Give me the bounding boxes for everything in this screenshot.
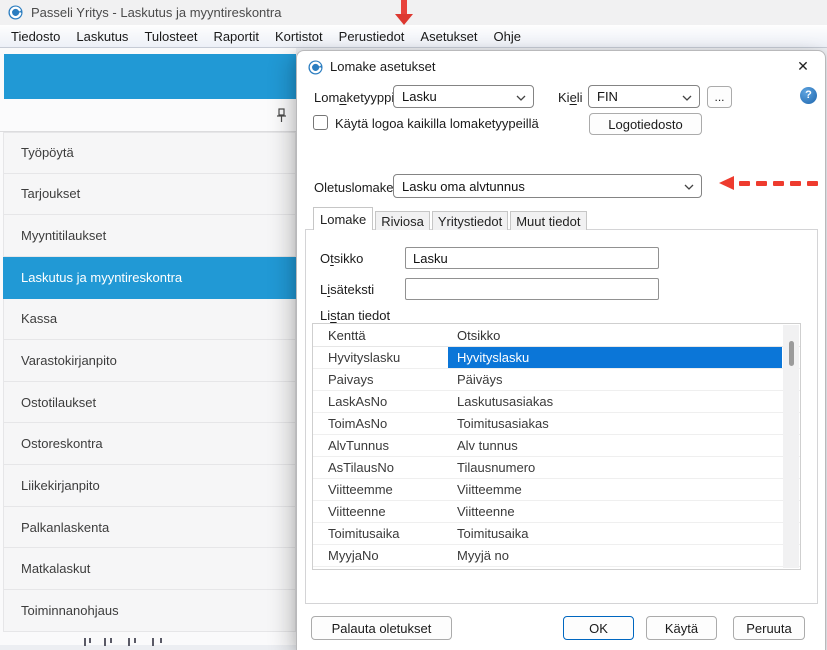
sidebar-item-tyopoyta[interactable]: Työpöytä bbox=[3, 132, 296, 174]
sidebar-item-label: Toiminnanohjaus bbox=[21, 603, 119, 618]
sidebar-item-label: Palkanlaskenta bbox=[21, 520, 109, 535]
sidebar-item-label: Liikekirjanpito bbox=[21, 478, 100, 493]
sidebar-item-label: Myyntitilaukset bbox=[21, 228, 106, 243]
table-row[interactable]: AsTilausNoTilausnumero bbox=[313, 457, 800, 479]
menu-item-asetukset[interactable]: Asetukset bbox=[412, 27, 485, 46]
table-row[interactable]: HyvityslaskuHyvityslasku bbox=[313, 347, 800, 369]
lisateksti-input[interactable] bbox=[405, 278, 659, 300]
dialog-lomake-asetukset: Lomake asetukset ✕ Lomaketyyppi Lasku Ki… bbox=[296, 50, 826, 650]
window-titlebar: Passeli Yritys - Laskutus ja myyntiresko… bbox=[0, 0, 827, 25]
annotation-arrow-left-oletuslomake bbox=[719, 176, 821, 191]
pin-icon[interactable] bbox=[275, 108, 288, 123]
column-header-kentta: Kenttä bbox=[313, 328, 448, 343]
sidebar-item-varastokirjanpito[interactable]: Varastokirjanpito bbox=[3, 340, 296, 382]
sidebar-item-toiminnanohjaus[interactable]: Toiminnanohjaus bbox=[3, 590, 296, 632]
tab-lomake[interactable]: Lomake bbox=[313, 207, 373, 230]
ok-button[interactable]: OK bbox=[563, 616, 634, 640]
sidebar-item-label: Työpöytä bbox=[21, 145, 74, 160]
app-logo-icon bbox=[8, 5, 23, 20]
table-row[interactable]: ViitteemmeViitteemme bbox=[313, 479, 800, 501]
menu-item-raportit[interactable]: Raportit bbox=[205, 27, 267, 46]
table-row[interactable]: ViitteenneViitteenne bbox=[313, 501, 800, 523]
listan-tiedot-table: Kenttä Otsikko HyvityslaskuHyvityslasku … bbox=[312, 323, 801, 570]
sidebar-item-label: Laskutus ja myyntireskontra bbox=[21, 270, 182, 285]
menubar: Tiedosto Laskutus Tulosteet Raportit Kor… bbox=[0, 25, 827, 48]
otsikko-input[interactable] bbox=[405, 247, 659, 269]
menu-item-perustiedot[interactable]: Perustiedot bbox=[331, 27, 413, 46]
tab-panel-lomake: Otsikko Lisäteksti Listan tiedot Kenttä … bbox=[305, 229, 818, 604]
listan-tiedot-label: Listan tiedot bbox=[320, 308, 390, 323]
sidebar-item-label: Matkalaskut bbox=[21, 561, 90, 576]
tab-yritystiedot[interactable]: Yritystiedot bbox=[432, 211, 508, 230]
kayta-button[interactable]: Käytä bbox=[646, 616, 717, 640]
column-header-otsikko: Otsikko bbox=[448, 324, 782, 346]
sidebar-item-matkalaskut[interactable]: Matkalaskut bbox=[3, 548, 296, 590]
menu-item-tulosteet[interactable]: Tulosteet bbox=[136, 27, 205, 46]
table-row[interactable]: MyyjaNoMyyjä no bbox=[313, 545, 800, 567]
sidebar-item-laskutus-ja-myyntireskontra[interactable]: Laskutus ja myyntireskontra bbox=[3, 257, 296, 299]
logo-checkbox[interactable] bbox=[313, 115, 328, 130]
lomaketyyppi-label: Lomaketyyppi bbox=[314, 90, 394, 105]
tab-muut-tiedot[interactable]: Muut tiedot bbox=[510, 211, 586, 230]
oletuslomake-select[interactable]: Lasku oma alvtunnus bbox=[393, 174, 702, 198]
menu-item-tiedosto[interactable]: Tiedosto bbox=[3, 27, 68, 46]
sidebar-item-label: Ostotilaukset bbox=[21, 395, 96, 410]
sidebar-item-label: Ostoreskontra bbox=[21, 436, 103, 451]
sidebar-item-label: Tarjoukset bbox=[21, 186, 80, 201]
table-row[interactable]: ToimitusaikaToimitusaika bbox=[313, 523, 800, 545]
help-icon[interactable]: ? bbox=[800, 87, 817, 104]
sidebar-item-label: Varastokirjanpito bbox=[21, 353, 117, 368]
oletuslomake-label: Oletuslomake bbox=[314, 180, 393, 195]
table-row[interactable]: PaivaysPäiväys bbox=[313, 369, 800, 391]
palauta-oletukset-button[interactable]: Palauta oletukset bbox=[311, 616, 452, 640]
sidebar-list: Työpöytä Tarjoukset Myyntitilaukset Lask… bbox=[3, 132, 296, 632]
logo-checkbox-label: Käytä logoa kaikilla lomaketyypeillä bbox=[335, 116, 539, 131]
lisateksti-label: Lisäteksti bbox=[320, 282, 374, 297]
selected-cell[interactable]: Hyvityslasku bbox=[448, 347, 782, 368]
peruuta-button[interactable]: Peruuta bbox=[733, 616, 805, 640]
kieli-label: Kieli bbox=[558, 90, 583, 105]
dialog-logo-icon bbox=[308, 60, 323, 75]
kieli-select[interactable]: FIN bbox=[588, 85, 700, 108]
otsikko-label: Otsikko bbox=[320, 251, 363, 266]
window-title: Passeli Yritys - Laskutus ja myyntiresko… bbox=[31, 5, 281, 20]
close-icon[interactable]: ✕ bbox=[794, 57, 812, 75]
kieli-value: FIN bbox=[597, 89, 618, 104]
table-scrollbar[interactable] bbox=[783, 325, 799, 568]
lomaketyyppi-select[interactable]: Lasku bbox=[393, 85, 534, 108]
sidebar-item-liikekirjanpito[interactable]: Liikekirjanpito bbox=[3, 465, 296, 507]
sidebar-banner bbox=[4, 54, 296, 99]
sidebar-item-ostoreskontra[interactable]: Ostoreskontra bbox=[3, 423, 296, 465]
tab-riviosa[interactable]: Riviosa bbox=[375, 211, 430, 230]
table-scrollbar-thumb[interactable] bbox=[789, 341, 794, 366]
dialog-title: Lomake asetukset bbox=[330, 59, 436, 74]
chevron-down-icon bbox=[684, 184, 694, 190]
chevron-down-icon bbox=[516, 95, 526, 101]
menu-item-ohje[interactable]: Ohje bbox=[486, 27, 529, 46]
sidebar-pin-row bbox=[0, 99, 296, 132]
table-row[interactable]: LaskAsNoLaskutusasiakas bbox=[313, 391, 800, 413]
lomaketyyppi-value: Lasku bbox=[402, 89, 437, 104]
tab-strip: Lomake Riviosa Yritystiedot Muut tiedot bbox=[313, 207, 589, 230]
sidebar-item-kassa[interactable]: Kassa bbox=[3, 299, 296, 341]
table-row[interactable]: AlvTunnusAlv tunnus bbox=[313, 435, 800, 457]
logotiedosto-button[interactable]: Logotiedosto bbox=[589, 113, 702, 135]
sidebar-item-myyntitilaukset[interactable]: Myyntitilaukset bbox=[3, 215, 296, 257]
table-header-row: Kenttä Otsikko bbox=[313, 324, 800, 347]
table-row[interactable]: ToimAsNoToimitusasiakas bbox=[313, 413, 800, 435]
sidebar: Työpöytä Tarjoukset Myyntitilaukset Lask… bbox=[0, 48, 296, 645]
sidebar-item-ostotilaukset[interactable]: Ostotilaukset bbox=[3, 382, 296, 424]
menu-item-laskutus[interactable]: Laskutus bbox=[68, 27, 136, 46]
kieli-more-button[interactable]: ... bbox=[707, 86, 732, 108]
sidebar-item-label: Kassa bbox=[21, 311, 57, 326]
sidebar-item-tarjoukset[interactable]: Tarjoukset bbox=[3, 174, 296, 216]
sidebar-item-palkanlaskenta[interactable]: Palkanlaskenta bbox=[3, 507, 296, 549]
oletuslomake-value: Lasku oma alvtunnus bbox=[402, 179, 525, 194]
chevron-down-icon bbox=[682, 95, 692, 101]
menu-item-kortistot[interactable]: Kortistot bbox=[267, 27, 331, 46]
